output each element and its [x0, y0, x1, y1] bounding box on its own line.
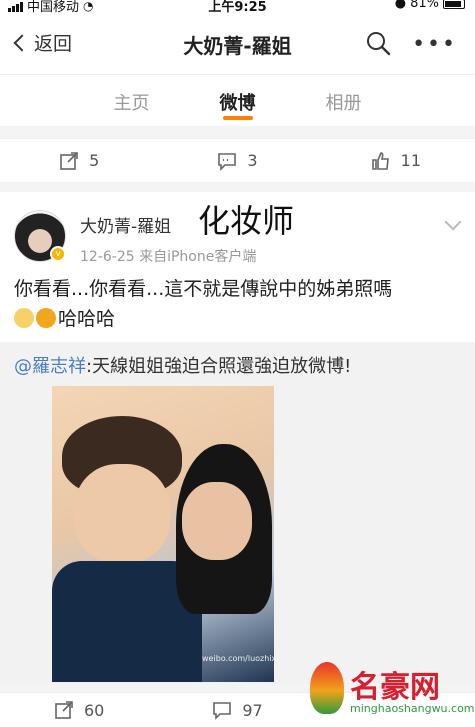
alarm-icon: ● — [394, 0, 407, 11]
status-bar: 中国移动 ◔ 上午9:25 ● 81% — [0, 0, 475, 14]
brand-name: 名豪网 — [350, 670, 440, 705]
tab-album[interactable]: 相册 — [291, 75, 397, 126]
post-photo[interactable]: weibo.com/luozhixiang — [52, 386, 274, 682]
photo-region — [74, 464, 170, 564]
emoji-laugh-icon — [36, 308, 56, 328]
verified-badge-icon: v — [50, 246, 66, 262]
brand-url: minghaoshangwu.com — [350, 702, 475, 715]
like-count: 11 — [400, 151, 421, 170]
repost-count: 5 — [89, 151, 100, 170]
tab-home[interactable]: 主页 — [79, 75, 185, 126]
comment-count: 97 — [242, 700, 263, 720]
handwritten-annotation: 化妆师 — [198, 202, 295, 240]
post-meta: 12-6-25 来自iPhone客户端 — [80, 249, 257, 265]
repost-icon — [60, 151, 78, 170]
comment-icon — [213, 702, 232, 720]
repost-count: 60 — [83, 700, 105, 720]
repost-block[interactable]: @羅志祥:天線姐姐強迫合照還強迫放微博! weibo.com/luozhixia… — [0, 342, 475, 684]
profile-tabs: 主页 微博 相册 — [0, 74, 475, 126]
post-body: 你看看...你看看...這不就是傳說中的姊弟照嗎 哈哈哈 — [14, 274, 464, 334]
search-icon[interactable] — [365, 30, 391, 56]
battery-icon — [443, 0, 465, 9]
site-watermark: 名豪网 minghaoshangwu.com — [304, 654, 475, 724]
mention-link[interactable]: @羅志祥 — [14, 356, 86, 377]
brand-logo-icon — [310, 662, 344, 714]
repost-content: @羅志祥:天線姐姐強迫合照還強迫放微博! — [14, 352, 351, 378]
photo-watermark: weibo.com/luozhixiang — [202, 654, 274, 663]
emoji-icon — [14, 308, 34, 328]
post-author[interactable]: 大奶菁-羅姐 — [80, 212, 171, 237]
prev-post-action-bar: 5 3 11 — [0, 138, 475, 182]
page-title: 大奶菁-羅姐 — [183, 34, 292, 58]
battery-group: ● 81% — [395, 0, 465, 11]
comment-button[interactable]: 97 — [158, 693, 316, 727]
post-text: 你看看...你看看...這不就是傳說中的姊弟照嗎 — [14, 278, 393, 300]
repost-text: :天線姐姐強迫合照還強迫放微博! — [86, 356, 352, 377]
comment-icon — [218, 152, 237, 171]
photo-region — [182, 482, 252, 560]
weibo-post: v 大奶菁-羅姐 化妆师 12-6-25 来自iPhone客户端 你看看...你… — [0, 192, 475, 684]
like-button[interactable]: 11 — [317, 139, 475, 182]
comment-count: 3 — [247, 151, 258, 170]
post-text-tail: 哈哈哈 — [58, 308, 116, 330]
repost-icon — [55, 701, 73, 719]
repost-button[interactable]: 60 — [0, 693, 158, 727]
tab-weibo[interactable]: 微博 — [185, 75, 291, 126]
chevron-down-icon[interactable] — [444, 213, 462, 231]
repost-button[interactable]: 5 — [0, 139, 158, 182]
comment-button[interactable]: 3 — [158, 139, 316, 182]
battery-percent: 81% — [410, 0, 439, 11]
thumbs-up-icon — [371, 151, 389, 170]
nav-bar: 返回 大奶菁-羅姐 ••• — [0, 14, 475, 74]
more-menu-icon[interactable]: ••• — [412, 32, 457, 57]
